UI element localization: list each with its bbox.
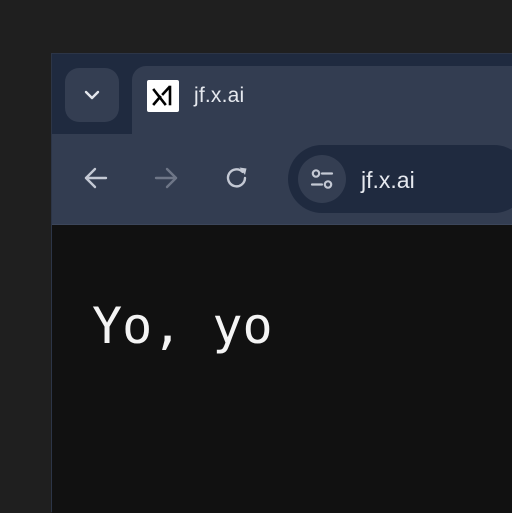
reload-icon	[226, 167, 247, 188]
x-ai-logo-icon	[147, 80, 179, 112]
reload-button[interactable]	[215, 156, 259, 200]
address-bar[interactable]: jf.x.ai	[288, 145, 512, 213]
tune-icon	[310, 169, 334, 189]
tab-search-button[interactable]	[65, 68, 119, 122]
arrow-right-icon	[154, 167, 178, 189]
tab-strip: jf.x.ai	[52, 54, 512, 134]
tab-active[interactable]: jf.x.ai	[132, 66, 512, 134]
forward-button[interactable]	[144, 156, 188, 200]
back-button[interactable]	[74, 156, 118, 200]
browser-toolbar: jf.x.ai	[52, 134, 512, 225]
url-text: jf.x.ai	[361, 167, 415, 193]
arrow-left-icon	[84, 167, 108, 189]
tab-title: jf.x.ai	[194, 84, 245, 107]
page-text: Yo, yo	[92, 297, 273, 355]
site-info-button[interactable]	[298, 155, 346, 203]
chevron-down-icon	[84, 90, 100, 100]
page-content: Yo, yo	[52, 225, 512, 513]
browser-window: jf.x.ai jf.x.ai Yo, yo	[51, 53, 512, 513]
